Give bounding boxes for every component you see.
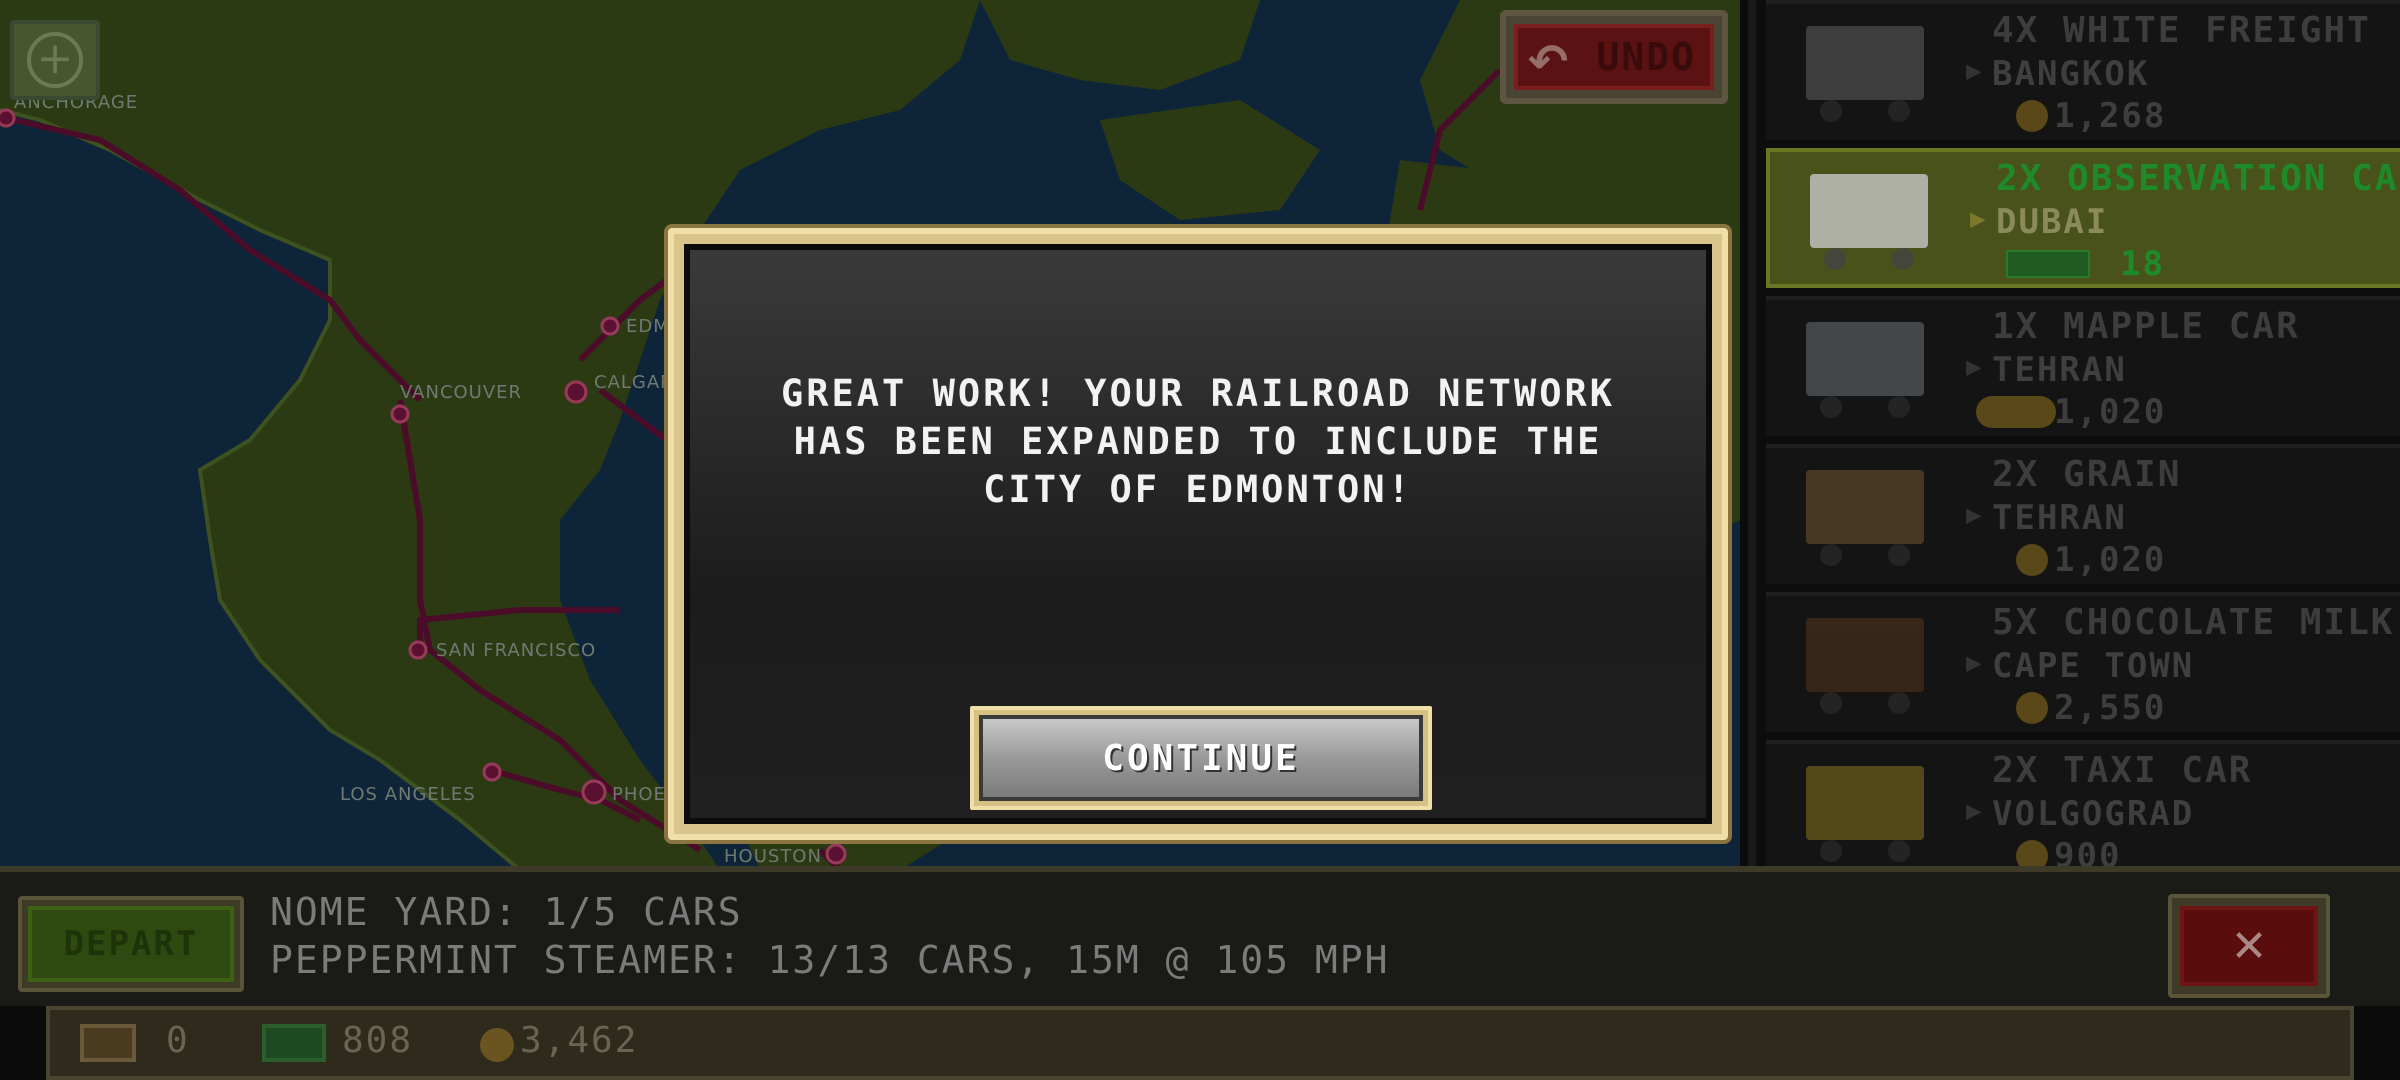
taxi-car-icon bbox=[1806, 766, 1924, 862]
chevron-right-icon: ▶ bbox=[1966, 352, 1982, 382]
coin-stack-icon bbox=[1976, 396, 2056, 428]
yard-status: NOME YARD: 1/5 CARS bbox=[270, 890, 743, 934]
cargo-quantity: 4X WHITE FREIGHT bbox=[1992, 10, 2371, 51]
cargo-payout: 900 bbox=[2054, 836, 2122, 870]
cargo-level-indicator bbox=[2006, 250, 2090, 278]
cargo-quantity: 2X GRAIN bbox=[1992, 454, 2182, 495]
continue-label: CONTINUE bbox=[979, 715, 1423, 801]
cars-count: 0 bbox=[166, 1020, 190, 1061]
city-label-vancouver: VANCOUVER bbox=[400, 382, 523, 403]
city-label-phoenix: PHOE bbox=[612, 784, 666, 805]
cargo-quantity: 1X MAPPLE CAR bbox=[1992, 306, 2300, 347]
train-status-bar: DEPART NOME YARD: 1/5 CARS PEPPERMINT ST… bbox=[0, 866, 2400, 1006]
cargo-payout: 1,020 bbox=[2054, 540, 2167, 580]
close-icon: ✕ bbox=[2180, 906, 2318, 986]
observation-car-icon bbox=[1810, 174, 1928, 270]
dialog-panel: GREAT WORK! YOUR RAILROAD NETWORK HAS BE… bbox=[684, 244, 1712, 824]
coin-amount: 3,462 bbox=[520, 1020, 639, 1061]
dialog-message: GREAT WORK! YOUR RAILROAD NETWORK HAS BE… bbox=[780, 372, 1616, 511]
continue-button[interactable]: CONTINUE bbox=[970, 706, 1432, 810]
cargo-destination: VOLGOGRAD bbox=[1992, 794, 2195, 834]
undo-button[interactable]: ↶ UNDO bbox=[1500, 10, 1728, 104]
chevron-right-icon: ▶ bbox=[1966, 648, 1982, 678]
undo-label: UNDO bbox=[1596, 35, 1696, 79]
cargo-quantity: 2X OBSERVATION CA bbox=[1996, 158, 2399, 199]
city-label-calgary: CALGAR bbox=[594, 372, 674, 393]
cargo-destination: TEHRAN bbox=[1992, 498, 2127, 538]
coin-icon bbox=[2016, 544, 2048, 576]
cargo-item[interactable]: 1X MAPPLE CAR ▶ TEHRAN 1,020 bbox=[1766, 296, 2400, 436]
cargo-destination: BANGKOK bbox=[1992, 54, 2150, 94]
coin-icon bbox=[480, 1028, 514, 1062]
zoom-in-button[interactable]: + bbox=[10, 20, 100, 100]
cargo-item[interactable]: 5X CHOCOLATE MILK ▶ CAPE TOWN 2,550 bbox=[1766, 592, 2400, 732]
train-status: PEPPERMINT STEAMER: 13/13 CARS, 15M @ 10… bbox=[270, 938, 1390, 982]
city-label-houston: HOUSTON bbox=[724, 846, 822, 867]
depart-button[interactable]: DEPART bbox=[18, 896, 244, 992]
close-button[interactable]: ✕ bbox=[2168, 894, 2330, 998]
city-label-san-francisco: SAN FRANCISCO bbox=[436, 640, 597, 661]
network-expanded-dialog: GREAT WORK! YOUR RAILROAD NETWORK HAS BE… bbox=[668, 228, 1728, 840]
chocolate-milk-car-icon bbox=[1806, 618, 1924, 714]
city-label-edmonton: EDM bbox=[626, 316, 670, 337]
cargo-item-selected[interactable]: 2X OBSERVATION CA ▶ DUBAI 18 bbox=[1766, 148, 2400, 288]
grain-car-icon bbox=[1806, 470, 1924, 566]
cargo-destination: CAPE TOWN bbox=[1992, 646, 2195, 686]
cargo-destination: DUBAI bbox=[1996, 202, 2109, 242]
cash-icon bbox=[262, 1024, 326, 1062]
cargo-payout: 1,020 bbox=[2054, 392, 2167, 432]
plus-icon: + bbox=[27, 32, 83, 88]
resource-bar: 0 808 3,462 bbox=[46, 1006, 2354, 1080]
cash-amount: 808 bbox=[342, 1020, 414, 1061]
chevron-right-icon: ▶ bbox=[1966, 796, 1982, 826]
cargo-quantity: 2X TAXI CAR bbox=[1992, 750, 2253, 791]
cargo-payout: 2,550 bbox=[2054, 688, 2167, 728]
cargo-item[interactable]: 2X TAXI CAR ▶ VOLGOGRAD 900 bbox=[1766, 740, 2400, 870]
cargo-item[interactable]: 4X WHITE FREIGHT ▶ BANGKOK 1,268 bbox=[1766, 0, 2400, 140]
cargo-list[interactable]: 4X WHITE FREIGHT ▶ BANGKOK 1,268 2X OBSE… bbox=[1748, 0, 2400, 870]
coin-icon bbox=[2016, 100, 2048, 132]
coin-icon bbox=[2016, 692, 2048, 724]
undo-arrow-icon: ↶ bbox=[1528, 34, 1571, 90]
maple-car-icon bbox=[1806, 322, 1924, 418]
cargo-quantity: 5X CHOCOLATE MILK bbox=[1992, 602, 2395, 643]
cargo-payout: 1,268 bbox=[2054, 96, 2167, 136]
chevron-right-icon: ▶ bbox=[1970, 204, 1986, 234]
freight-car-icon bbox=[1806, 26, 1924, 122]
chevron-right-icon: ▶ bbox=[1966, 56, 1982, 86]
depart-label: DEPART bbox=[28, 906, 234, 982]
city-label-los-angeles: LOS ANGELES bbox=[340, 784, 476, 805]
cargo-item[interactable]: 2X GRAIN ▶ TEHRAN 1,020 bbox=[1766, 444, 2400, 584]
cargo-payout: 18 bbox=[2120, 244, 2165, 284]
train-car-icon bbox=[80, 1024, 136, 1062]
cargo-destination: TEHRAN bbox=[1992, 350, 2127, 390]
chevron-right-icon: ▶ bbox=[1966, 500, 1982, 530]
